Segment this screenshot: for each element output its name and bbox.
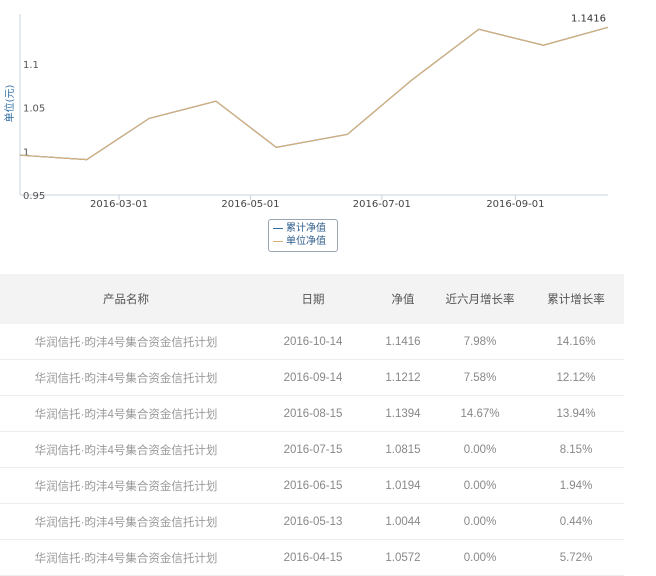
legend-item-cumulative[interactable]: 累计净值	[273, 222, 333, 235]
cell-product-name: 华润信托·昀沣4号集合资金信托计划	[34, 372, 218, 385]
legend-item-unit[interactable]: 单位净值	[273, 235, 333, 248]
cell-nav: 1.0815	[385, 443, 421, 456]
y-tick-label: 0.95	[23, 191, 45, 202]
cell-product-name: 华润信托·昀沣4号集合资金信托计划	[34, 552, 218, 565]
cell-growth-6m: 7.98%	[463, 335, 497, 348]
cell-date: 2016-06-15	[283, 479, 343, 492]
table-row[interactable]: 华润信托·昀沣4号集合资金信托计划 2016-09-14 1.1212 7.58% 12…	[0, 360, 624, 396]
legend-label-cumulative: 累计净值	[286, 223, 326, 234]
cell-date: 2016-05-13	[283, 515, 343, 528]
cell-growth-6m: 0.00%	[463, 479, 497, 492]
last-value-label: 1.1416	[571, 13, 606, 24]
table-row[interactable]: 华润信托·昀沣4号集合资金信托计划 2016-06-15 1.0194 0.00% 1.…	[0, 468, 624, 504]
legend-swatch-unit	[273, 241, 283, 242]
cell-cum-growth: 1.94%	[559, 479, 593, 492]
cell-product-name: 华润信托·昀沣4号集合资金信托计划	[34, 444, 218, 457]
series-line-0	[19, 26, 609, 161]
cell-cum-growth: 12.12%	[556, 371, 596, 384]
cell-nav: 1.1416	[385, 335, 421, 348]
cell-product-name: 华润信托·昀沣4号集合资金信托计划	[34, 336, 218, 349]
table-row[interactable]: 华润信托·昀沣4号集合资金信托计划 2016-04-15 1.0572 0.00% 5.…	[0, 540, 624, 576]
table-row[interactable]: 华润信托·昀沣4号集合资金信托计划 2016-05-13 1.0044 0.00% 0.…	[0, 504, 624, 540]
cell-nav: 1.0194	[385, 479, 421, 492]
header-nav[interactable]: 净值	[374, 291, 432, 307]
cell-cum-growth: 14.16%	[556, 335, 596, 348]
header-cum-growth[interactable]: 累计增长率	[528, 291, 624, 307]
table-header: 产品名称 日期 净值 近六月增长率 累计增长率	[0, 274, 624, 324]
series-line-1	[19, 26, 609, 161]
table-row[interactable]: 华润信托·昀沣4号集合资金信托计划 2016-10-14 1.1416 7.98% 14…	[0, 324, 624, 360]
y-axis-title: 单位(元)	[3, 85, 16, 123]
header-date[interactable]: 日期	[252, 291, 374, 307]
y-tick-label: 1.05	[23, 104, 45, 115]
cell-date: 2016-07-15	[283, 443, 343, 456]
x-tick-label: 2016-07-01	[353, 199, 411, 210]
y-tick-label: 1.1	[23, 60, 39, 71]
table-row[interactable]: 华润信托·昀沣4号集合资金信托计划 2016-08-15 1.1394 14.67% 1…	[0, 396, 624, 432]
x-tick-label: 2016-09-01	[486, 199, 544, 210]
cell-date: 2016-04-15	[283, 551, 343, 564]
cell-cum-growth: 8.15%	[559, 443, 593, 456]
nav-table: 产品名称 日期 净值 近六月增长率 累计增长率 华润信托·昀沣4号集合资金信托计…	[0, 274, 624, 576]
cell-cum-growth: 13.94%	[556, 407, 596, 420]
cell-nav: 1.0044	[385, 515, 421, 528]
cell-cum-growth: 0.44%	[559, 515, 593, 528]
chart-legend: 累计净值 单位净值	[268, 219, 338, 252]
table-row[interactable]: 华润信托·昀沣4号集合资金信托计划 2016-07-15 1.0815 0.00% 8.…	[0, 432, 624, 468]
legend-label-unit: 单位净值	[286, 236, 326, 247]
header-product-name[interactable]: 产品名称	[0, 291, 252, 307]
cell-product-name: 华润信托·昀沣4号集合资金信托计划	[34, 408, 218, 421]
cell-product-name: 华润信托·昀沣4号集合资金信托计划	[34, 516, 218, 529]
cell-date: 2016-08-15	[283, 407, 343, 420]
x-tick-label: 2016-03-01	[90, 199, 148, 210]
cell-growth-6m: 0.00%	[463, 551, 497, 564]
cell-date: 2016-09-14	[283, 371, 343, 384]
header-growth-6m[interactable]: 近六月增长率	[432, 291, 528, 307]
cell-growth-6m: 0.00%	[463, 515, 497, 528]
cell-date: 2016-10-14	[283, 335, 343, 348]
x-tick-label: 2016-05-01	[221, 199, 279, 210]
cell-growth-6m: 14.67%	[460, 407, 500, 420]
cell-nav: 1.0572	[385, 551, 421, 564]
cell-growth-6m: 0.00%	[463, 443, 497, 456]
cell-cum-growth: 5.72%	[559, 551, 593, 564]
legend-swatch-cumulative	[273, 228, 283, 229]
cell-nav: 1.1394	[385, 407, 421, 420]
cell-product-name: 华润信托·昀沣4号集合资金信托计划	[34, 480, 218, 493]
y-tick-label: 1	[23, 147, 29, 158]
cell-growth-6m: 7.58%	[463, 371, 497, 384]
cell-nav: 1.1212	[385, 371, 421, 384]
